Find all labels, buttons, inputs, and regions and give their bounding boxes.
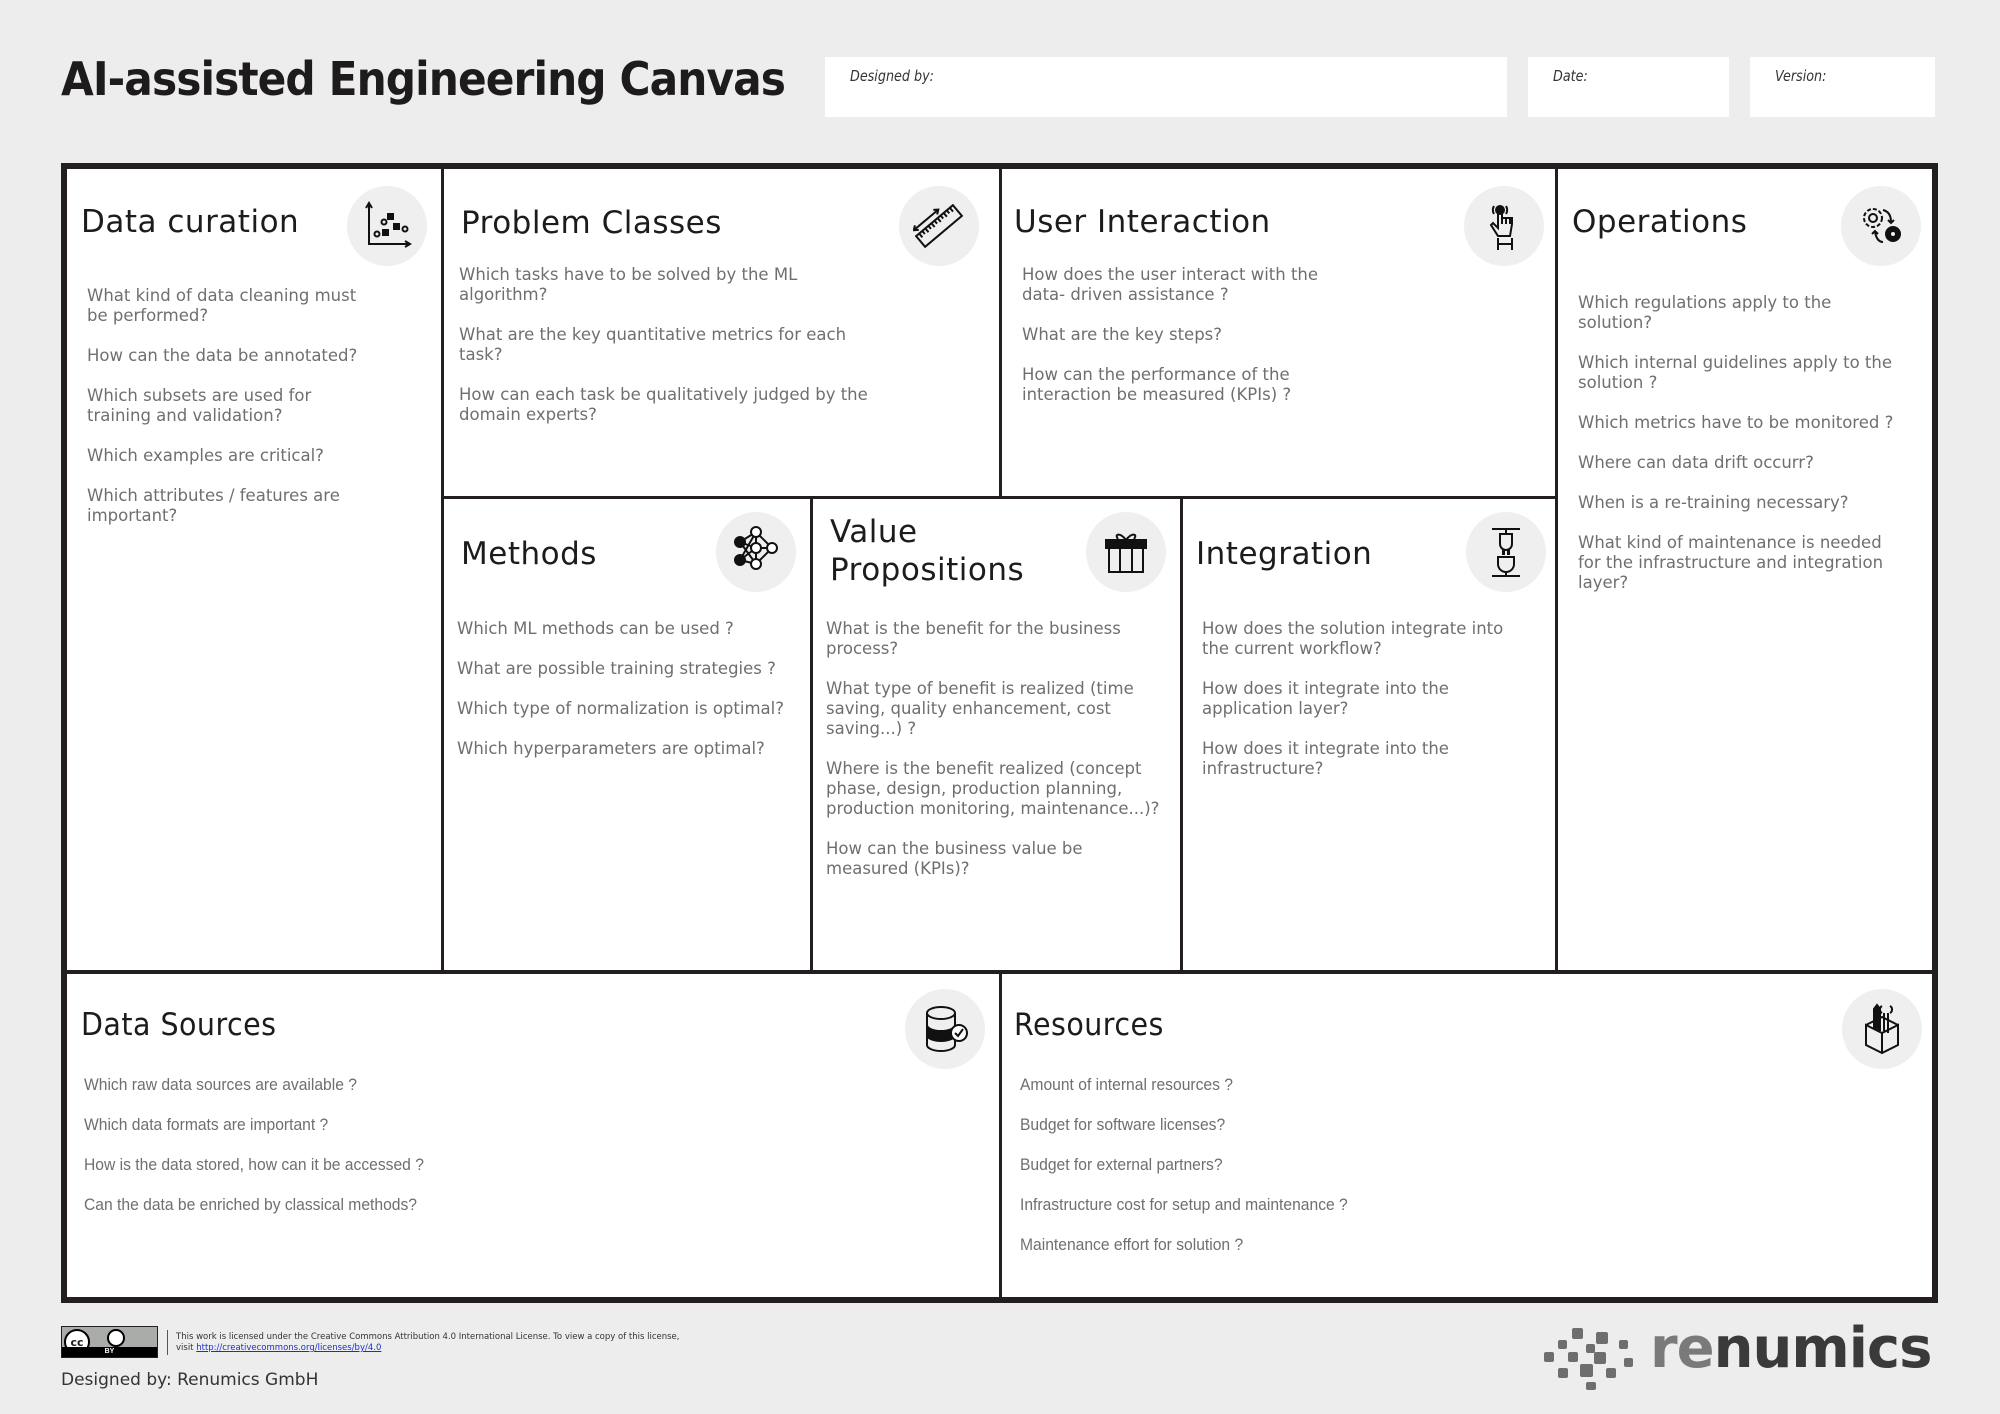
toolbox-icon [1842, 989, 1922, 1069]
license-text: This work is licensed under the Creative… [176, 1332, 680, 1354]
section-integration[interactable]: Integration How does the solution integr… [1183, 499, 1555, 970]
section-title: Data Sources [81, 1007, 277, 1043]
question: How is the data stored, how can it be ac… [84, 1155, 424, 1174]
ruler-icon [899, 186, 979, 266]
renumics-logo: renumics [1542, 1316, 1937, 1390]
question-list: How does the user interact with the data… [1022, 265, 1322, 425]
question: When is a re-training necessary? [1578, 493, 1849, 512]
section-value-propositions[interactable]: Value Propositions What is the benefit f… [813, 499, 1180, 970]
designed-by-credit: Designed by: Renumics GmbH [61, 1370, 319, 1390]
question: Which hyperparameters are optimal? [457, 739, 765, 758]
question: Can the data be enriched by classical me… [84, 1195, 417, 1214]
question: Where is the benefit realized (concept p… [826, 759, 1160, 818]
question-list: Which tasks have to be solved by the ML … [459, 265, 879, 445]
section-title: User Interaction [1014, 204, 1271, 240]
date-field[interactable]: Date: [1528, 57, 1729, 117]
question: What are the key quantitative metrics fo… [459, 325, 847, 364]
question: How can the business value be measured (… [826, 839, 1083, 878]
question: Which subsets are used for training and … [87, 386, 312, 425]
neural-network-icon [716, 512, 796, 592]
section-title-line1: Value [830, 514, 918, 550]
question-list: Which raw data sources are available ? W… [84, 1075, 584, 1235]
question: Which metrics have to be monitored ? [1578, 413, 1894, 432]
question: How does it integrate into the applicati… [1202, 679, 1449, 718]
question: Amount of internal resources ? [1020, 1075, 1233, 1094]
gears-cycle-icon [1841, 186, 1921, 266]
question: Maintenance effort for solution ? [1020, 1235, 1244, 1254]
question: Which tasks have to be solved by the ML … [459, 265, 798, 304]
question: Infrastructure cost for setup and mainte… [1020, 1195, 1348, 1214]
question: What kind of data cleaning must be perfo… [87, 286, 357, 325]
question: Which raw data sources are available ? [84, 1075, 357, 1094]
question-list: How does the solution integrate into the… [1202, 619, 1532, 799]
question-list: Which regulations apply to the solution?… [1578, 293, 1903, 613]
question: Which ML methods can be used ? [457, 619, 734, 638]
question: Budget for external partners? [1020, 1155, 1223, 1174]
question: How does the user interact with the data… [1022, 265, 1319, 304]
date-label: Date: [1553, 67, 1588, 85]
section-title: Operations [1572, 204, 1748, 240]
scatter-plot-icon [347, 186, 427, 266]
section-title: Integration [1196, 536, 1373, 572]
question-list: Amount of internal resources ? Budget fo… [1020, 1075, 1520, 1275]
question-list: What is the benefit for the business pro… [826, 619, 1161, 899]
question: How does it integrate into the infrastru… [1202, 739, 1449, 778]
designed-by-label: Designed by: [850, 67, 934, 85]
question: Which examples are critical? [87, 446, 324, 465]
question: Which regulations apply to the solution? [1578, 293, 1832, 332]
question: How can the data be annotated? [87, 346, 358, 365]
section-user-interaction[interactable]: User Interaction How does the user inter… [1002, 169, 1555, 496]
question: How can the performance of the interacti… [1022, 365, 1292, 404]
touch-hand-icon [1464, 186, 1544, 266]
version-field[interactable]: Version: [1750, 57, 1935, 117]
renumics-logo-mark-icon [1544, 1328, 1633, 1390]
question: Which data formats are important ? [84, 1115, 329, 1134]
attribution-person-icon [107, 1329, 125, 1347]
question: What are the key steps? [1022, 325, 1223, 344]
question: What type of benefit is realized (time s… [826, 679, 1134, 738]
question: What kind of maintenance is needed for t… [1578, 533, 1884, 592]
section-methods[interactable]: Methods Which ML methods can be used ? W… [444, 499, 810, 970]
cc-by-badge[interactable]: cc BY [61, 1326, 158, 1358]
license-visit: visit [176, 1343, 194, 1353]
license-separator [167, 1330, 168, 1355]
question: Which internal guidelines apply to the s… [1578, 353, 1892, 392]
section-resources[interactable]: Resources Amount of internal resources ?… [1002, 974, 1932, 1297]
question: Where can data drift occurr? [1578, 453, 1814, 472]
plug-icon [1466, 512, 1546, 592]
logo-numics: numics [1713, 1316, 1933, 1381]
designed-by-field[interactable]: Designed by: [825, 57, 1507, 117]
version-label: Version: [1775, 67, 1827, 85]
section-data-sources[interactable]: Data Sources Which raw data sources are … [67, 974, 999, 1297]
gift-icon [1086, 512, 1166, 592]
section-problem-classes[interactable]: Problem Classes Which tasks have to be s… [444, 169, 999, 496]
question: Budget for software licenses? [1020, 1115, 1226, 1134]
section-operations[interactable]: Operations Which regulations apply to th… [1558, 169, 1932, 970]
question: What are possible training strategies ? [457, 659, 776, 678]
section-title: Resources [1014, 1007, 1164, 1043]
license-link[interactable]: http://creativecommons.org/licenses/by/4… [196, 1343, 381, 1353]
question-list: What kind of data cleaning must be perfo… [87, 286, 377, 546]
question: What is the benefit for the business pro… [826, 619, 1121, 658]
renumics-wordmark: renumics [1650, 1316, 1933, 1381]
database-check-icon [905, 989, 985, 1069]
license-line: This work is licensed under the Creative… [176, 1332, 680, 1342]
page-title: AI-assisted Engineering Canvas [61, 52, 786, 106]
question: Which attributes / features are importan… [87, 486, 340, 525]
question-list: Which ML methods can be used ? What are … [457, 619, 797, 779]
by-label: BY [62, 1347, 157, 1357]
question: Which type of normalization is optimal? [457, 699, 784, 718]
logo-re: re [1650, 1316, 1715, 1381]
section-title: Data curation [81, 204, 300, 240]
section-data-curation[interactable]: Data curation What kind of data cleaning… [67, 169, 441, 970]
section-title: Problem Classes [461, 205, 722, 241]
section-title-line2: Propositions [830, 552, 1025, 588]
question: How does the solution integrate into the… [1202, 619, 1504, 658]
section-title: Methods [461, 536, 597, 572]
question: How can each task be qualitatively judge… [459, 385, 868, 424]
canvas-board: Data curation What kind of data cleaning… [61, 163, 1938, 1303]
